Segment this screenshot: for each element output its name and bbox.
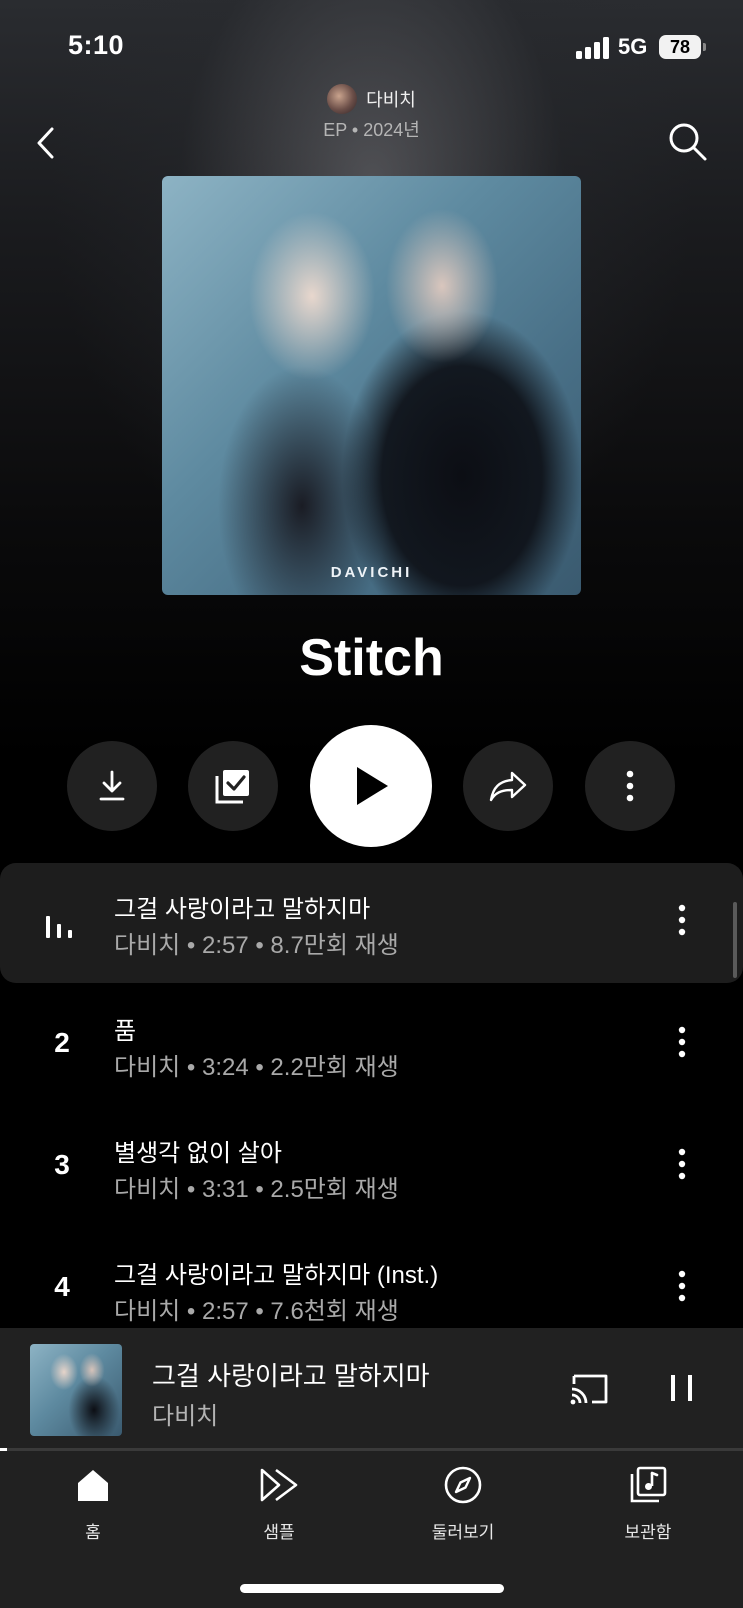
mini-player[interactable]: 그걸 사랑이라고 말하지마 다비치 — [0, 1328, 743, 1448]
mini-player-title: 그걸 사랑이라고 말하지마 — [152, 1361, 430, 1391]
mini-player-artist: 다비치 — [152, 1403, 219, 1430]
battery-icon: 78 — [659, 35, 706, 59]
nav-label: 둘러보기 — [431, 1523, 495, 1542]
nav-item-home[interactable]: 홈 — [33, 1465, 153, 1543]
home-indicator — [240, 1584, 504, 1593]
scrollbar[interactable] — [733, 902, 737, 978]
play-button[interactable] — [310, 725, 432, 847]
track-row[interactable]: 3 별생각 없이 살아 다비치 • 3:31 • 2.5만회 재생 — [0, 1107, 743, 1227]
cast-icon — [570, 1374, 608, 1405]
nav-item-samples[interactable]: 샘플 — [219, 1465, 339, 1543]
cover-logo-text: DAVICHI — [330, 564, 413, 581]
nav-label: 샘플 — [263, 1523, 295, 1542]
download-button[interactable] — [67, 741, 157, 831]
explore-icon — [444, 1466, 482, 1504]
track-title: 그걸 사랑이라고 말하지마 — [114, 896, 371, 923]
home-icon — [78, 1470, 108, 1501]
more-vert-icon — [678, 1026, 686, 1058]
artist-name: 다비치 — [366, 90, 416, 110]
now-playing-equalizer-icon — [46, 916, 76, 938]
more-vert-icon — [678, 1148, 686, 1180]
play-icon — [357, 767, 388, 805]
album-meta: EP • 2024년 — [323, 120, 420, 140]
track-number: 2 — [54, 1027, 70, 1058]
track-title: 그걸 사랑이라고 말하지마 (Inst.) — [114, 1262, 439, 1289]
nav-item-explore[interactable]: 둘러보기 — [403, 1465, 523, 1543]
track-title: 품 — [114, 1018, 137, 1045]
search-button[interactable] — [666, 120, 710, 164]
track-more-button[interactable] — [676, 1269, 712, 1309]
nav-item-library[interactable]: 보관함 — [588, 1465, 708, 1543]
mini-player-artwork — [30, 1344, 122, 1436]
track-more-button[interactable] — [676, 1147, 712, 1187]
search-icon — [669, 123, 707, 161]
more-vert-icon — [678, 1270, 686, 1302]
share-button[interactable] — [463, 741, 553, 831]
album-cover: DAVICHI — [162, 176, 581, 595]
track-subtitle: 다비치 • 3:24 • 2.2만회 재생 — [114, 1054, 399, 1081]
artist-avatar — [327, 84, 358, 114]
more-vert-icon — [678, 904, 686, 936]
track-more-button[interactable] — [676, 1025, 712, 1065]
more-vert-icon — [626, 770, 634, 802]
library-check-icon — [215, 770, 249, 804]
pause-icon — [671, 1375, 692, 1401]
pause-button[interactable] — [668, 1372, 696, 1404]
track-subtitle: 다비치 • 2:57 • 7.6천회 재생 — [114, 1298, 399, 1325]
status-bar: 5:10 5G 78 — [0, 0, 743, 90]
save-to-library-button[interactable] — [188, 741, 278, 831]
network-label: 5G — [618, 34, 648, 59]
samples-icon — [260, 1468, 298, 1502]
more-button[interactable] — [585, 741, 675, 831]
track-title: 별생각 없이 살아 — [114, 1140, 282, 1167]
status-time: 5:10 — [68, 30, 125, 60]
track-more-button[interactable] — [676, 903, 712, 943]
track-subtitle: 다비치 • 3:31 • 2.5만회 재생 — [114, 1176, 399, 1203]
nav-label: 홈 — [85, 1523, 101, 1542]
share-icon — [489, 771, 527, 802]
download-icon — [99, 770, 125, 801]
cast-button[interactable] — [568, 1370, 612, 1408]
track-row[interactable]: 그걸 사랑이라고 말하지마 다비치 • 2:57 • 8.7만회 재생 — [0, 863, 743, 983]
artist-link[interactable]: 다비치 — [0, 84, 743, 116]
track-number: 4 — [54, 1271, 70, 1302]
nav-label: 보관함 — [624, 1523, 672, 1542]
track-row[interactable]: 2 품 다비치 • 3:24 • 2.2만회 재생 — [0, 985, 743, 1105]
signal-icon — [576, 37, 610, 59]
library-icon — [630, 1466, 667, 1503]
track-subtitle: 다비치 • 2:57 • 8.7만회 재생 — [114, 932, 399, 959]
track-number: 3 — [54, 1149, 70, 1180]
album-title: Stitch — [299, 629, 444, 687]
